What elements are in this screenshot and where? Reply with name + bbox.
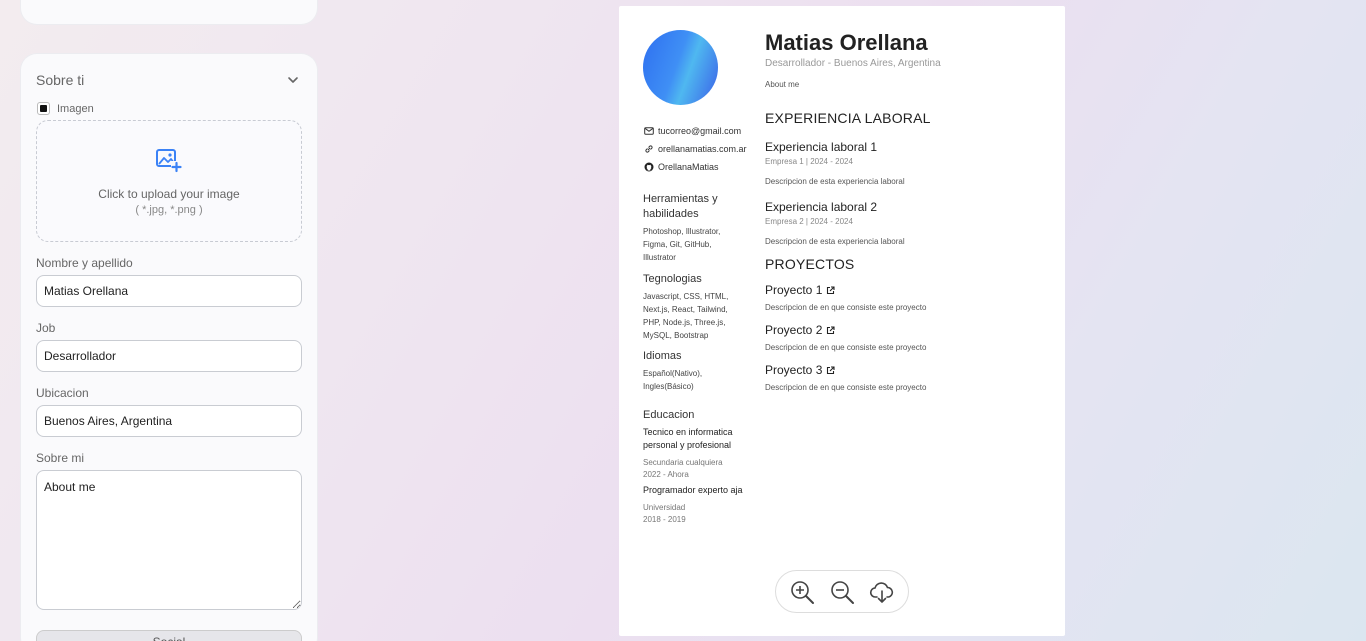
- about-textarea[interactable]: About me: [36, 470, 302, 610]
- education-item-school: Secundaria cualquiera: [643, 458, 723, 467]
- projects-title: PROYECTOS: [765, 256, 855, 272]
- mail-icon: [644, 127, 654, 135]
- image-checkbox-row[interactable]: Imagen: [37, 102, 94, 115]
- job-title: Experiencia laboral 1: [765, 140, 878, 154]
- project-description: Descripcion de en que consiste este proy…: [765, 383, 927, 392]
- job-subtitle: Empresa 1 | 2024 - 2024: [765, 157, 853, 166]
- project-title-text: Proyecto 1: [765, 283, 823, 297]
- project-description: Descripcion de en que consiste este proy…: [765, 303, 927, 312]
- upload-text: Click to upload your image: [98, 187, 240, 201]
- job-input[interactable]: [36, 340, 302, 372]
- education-item-title: Programador experto aja: [643, 485, 743, 495]
- email-text: tucorreo@gmail.com: [658, 126, 742, 136]
- social-button[interactable]: Social: [36, 630, 302, 641]
- about-section-card: Sobre ti Imagen Click to upload your ima…: [21, 54, 317, 641]
- experience-title: EXPERIENCIA LABORAL: [765, 110, 931, 126]
- name-label: Nombre y apellido: [36, 256, 133, 270]
- cv-role: Desarrollador - Buenos Aires, Argentina: [765, 58, 941, 69]
- link-icon: [645, 145, 653, 153]
- image-checkbox[interactable]: [37, 102, 50, 115]
- about-label: Sobre mi: [36, 451, 85, 465]
- languages-text: Español(Nativo), Ingles(Básico): [643, 369, 703, 391]
- image-checkbox-label: Imagen: [57, 102, 94, 115]
- project-title-text: Proyecto 2: [765, 323, 823, 337]
- education-title: Educacion: [643, 409, 695, 421]
- project-description: Descripcion de en que consiste este proy…: [765, 343, 927, 352]
- zoom-out-icon[interactable]: [829, 579, 855, 605]
- job-label: Job: [36, 321, 56, 335]
- external-link-icon[interactable]: [826, 365, 835, 375]
- design-options-card: [21, 0, 317, 24]
- project-title-text: Proyecto 3: [765, 363, 823, 377]
- tech-text: Javascript, CSS, HTML, Next.js, React, T…: [643, 292, 729, 340]
- skills-text: Photoshop, Illustrator, Figma, Git, GitH…: [643, 227, 721, 262]
- upload-extensions: ( *.jpg, *.png ): [135, 204, 203, 216]
- job-subtitle: Empresa 2 | 2024 - 2024: [765, 217, 853, 226]
- job-title: Experiencia laboral 2: [765, 200, 878, 214]
- external-link-icon[interactable]: [826, 285, 835, 295]
- education-item-years: 2022 - Ahora: [643, 470, 689, 479]
- section-title[interactable]: Sobre ti: [36, 72, 84, 88]
- education-item-school: Universidad: [643, 503, 686, 512]
- zoom-toolbar: [775, 570, 909, 613]
- education-item-years: 2018 - 2019: [643, 515, 686, 524]
- languages-title: Idiomas: [643, 350, 682, 362]
- github-icon: [644, 162, 654, 172]
- contact-email: tucorreo@gmail.com: [644, 126, 741, 136]
- cloud-download-icon[interactable]: [869, 579, 895, 605]
- location-label: Ubicacion: [36, 386, 89, 400]
- external-link-icon[interactable]: [826, 325, 835, 335]
- project-title[interactable]: Proyecto 2: [765, 323, 835, 337]
- job-description: Descripcion de esta experiencia laboral: [765, 177, 905, 186]
- cv-preview: tucorreo@gmail.com orellanamatias.com.ar…: [619, 6, 1065, 636]
- skills-title: Herramientas y habilidades: [643, 193, 718, 220]
- project-title[interactable]: Proyecto 3: [765, 363, 835, 377]
- website-text: orellanamatias.com.ar: [658, 144, 747, 154]
- name-input[interactable]: [36, 275, 302, 307]
- location-input[interactable]: [36, 405, 302, 437]
- tech-title: Tegnologias: [643, 273, 702, 285]
- contact-github[interactable]: OrellanaMatias: [644, 162, 719, 172]
- cv-about: About me: [765, 80, 800, 89]
- contact-website[interactable]: orellanamatias.com.ar: [644, 144, 747, 154]
- image-plus-icon: [156, 149, 182, 173]
- image-upload-dropzone[interactable]: Click to upload your image ( *.jpg, *.pn…: [36, 120, 302, 242]
- job-description: Descripcion de esta experiencia laboral: [765, 237, 905, 246]
- cv-name: Matias Orellana: [765, 30, 928, 55]
- chevron-down-icon[interactable]: [287, 74, 299, 86]
- project-title[interactable]: Proyecto 1: [765, 283, 835, 297]
- zoom-in-icon[interactable]: [789, 579, 815, 605]
- github-text: OrellanaMatias: [658, 162, 719, 172]
- education-item-title: Tecnico en informatica personal y profes…: [643, 427, 733, 450]
- avatar: [643, 30, 718, 105]
